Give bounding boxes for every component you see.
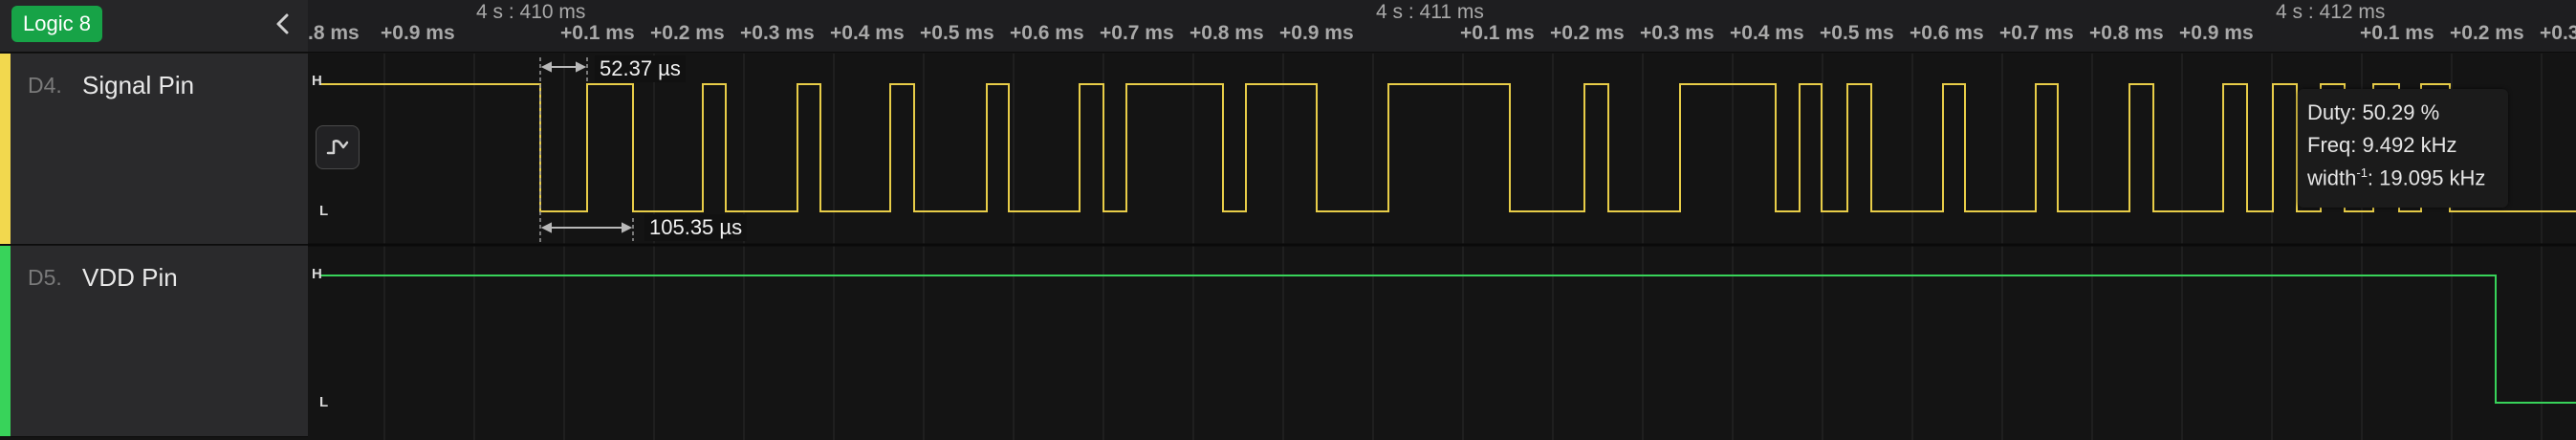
minor-time-label: +0.9 ms <box>2179 22 2254 44</box>
waveform-area[interactable]: H L H L 52.37 µs 105.35 µs <box>308 54 2576 440</box>
minor-time-label: +0.9 ms <box>1279 22 1354 44</box>
low-width-measurement: 105.35 µs <box>644 214 748 241</box>
minor-time-label: +0.2 ms <box>1550 22 1625 44</box>
minor-time-label: +0.3 ms <box>2540 22 2576 44</box>
major-time-label: 4 s : 411 ms <box>1376 1 1484 23</box>
minor-time-label: +0.2 ms <box>2450 22 2524 44</box>
d4-low-label: L <box>319 203 329 219</box>
minor-time-label: +0.8 ms <box>2089 22 2164 44</box>
measurement-tooltip: Duty: 50.29 % Freq: 9.492 kHz width-1: 1… <box>2298 89 2508 208</box>
tooltip-duty: Duty: 50.29 % <box>2307 100 2440 124</box>
minor-time-label: +0.7 ms <box>1999 22 2074 44</box>
minor-time-label: +0.9 ms <box>381 22 455 44</box>
d5-high-label: H <box>312 266 322 282</box>
signal-pin-waveform <box>329 83 2576 212</box>
channel-row-d4[interactable]: D4. Signal Pin <box>0 54 308 245</box>
channel-color-bar <box>0 54 11 244</box>
channel-color-bar <box>0 246 11 436</box>
minor-time-label: +0.3 ms <box>1640 22 1714 44</box>
d4-high-label: H <box>312 73 322 89</box>
minor-time-label: +0.7 ms <box>1100 22 1174 44</box>
chevron-left-icon[interactable] <box>268 8 298 40</box>
tooltip-width-exponent: -1 <box>2356 165 2368 180</box>
trigger-edge-icon[interactable] <box>316 125 360 169</box>
minor-time-label: +0.1 ms <box>560 22 635 44</box>
minor-time-label: +0.5 ms <box>920 22 994 44</box>
channel-id: D5. <box>28 265 62 290</box>
tooltip-width-value: : 19.095 kHz <box>2367 165 2486 190</box>
tooltip-freq: Freq: 9.492 kHz <box>2307 133 2457 157</box>
vdd-pin-waveform <box>319 275 2576 404</box>
tooltip-width-prefix: width <box>2307 165 2357 190</box>
logic-analyzer-window: Logic 8 D4. Signal Pin D5. VDD Pin 4 s :… <box>0 0 2576 440</box>
minor-time-label: +0.4 ms <box>1730 22 1804 44</box>
d5-low-label: L <box>319 394 329 410</box>
major-time-label: 4 s : 412 ms <box>2276 1 2386 23</box>
tooltip-width: width-1: 19.095 kHz <box>2307 165 2485 190</box>
channel-id: D4. <box>28 73 62 98</box>
high-width-measurement: 52.37 µs <box>595 55 686 82</box>
major-time-label: 4 s : 410 ms <box>476 1 586 23</box>
minor-time-label: +0.6 ms <box>1910 22 1984 44</box>
minor-time-label: +0.1 ms <box>2360 22 2434 44</box>
channel-name: Signal Pin <box>82 71 195 99</box>
minor-time-label: +0.1 ms <box>1460 22 1535 44</box>
minor-time-label: +0.8 ms <box>1190 22 1264 44</box>
minor-time-label: +0.3 ms <box>740 22 815 44</box>
channel-row-d5[interactable]: D5. VDD Pin <box>0 246 308 437</box>
minor-time-label: .8 ms <box>308 22 360 44</box>
device-badge[interactable]: Logic 8 <box>11 6 102 42</box>
waveform-canvas <box>308 54 2576 440</box>
minor-time-label: +0.4 ms <box>830 22 905 44</box>
channel-name: VDD Pin <box>82 263 178 292</box>
minor-time-label: +0.6 ms <box>1010 22 1084 44</box>
device-header: Logic 8 <box>0 0 308 53</box>
timeline-ruler[interactable]: 4 s : 410 ms 4 s : 411 ms 4 s : 412 ms .… <box>308 0 2576 53</box>
minor-time-label: +0.2 ms <box>650 22 725 44</box>
minor-time-label: +0.5 ms <box>1820 22 1894 44</box>
